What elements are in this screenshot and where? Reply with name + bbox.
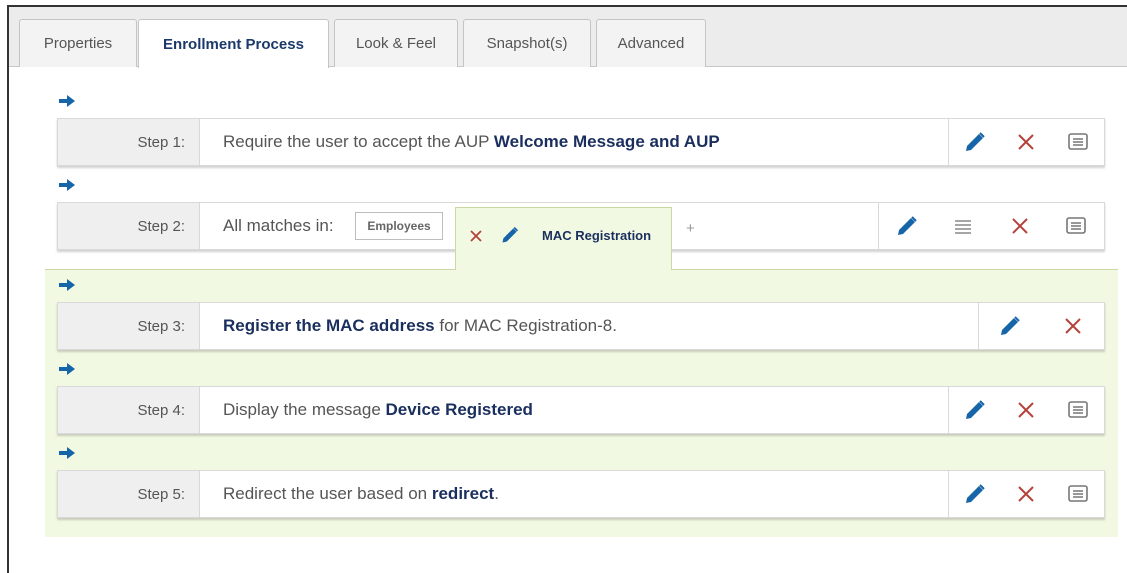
tab-look-and-feel[interactable]: Look & Feel	[334, 19, 458, 67]
pencil-icon[interactable]	[895, 214, 919, 238]
step-text: Display the message	[223, 400, 386, 419]
pencil-icon[interactable]	[998, 314, 1022, 338]
step-actions	[878, 203, 1104, 249]
tab-label: Snapshot(s)	[486, 35, 568, 52]
step-link[interactable]: Register the MAC address	[223, 316, 435, 336]
step-actions	[978, 303, 1104, 349]
pencil-icon[interactable]	[963, 398, 987, 422]
step-actions	[948, 471, 1104, 517]
branch-tab-employees[interactable]: Employees	[355, 212, 443, 240]
tab-label: Properties	[43, 35, 113, 52]
step-description: All matches in:	[223, 203, 334, 249]
step-description: Redirect the user based on redirect.	[223, 471, 499, 517]
add-branch-button[interactable]: +	[686, 220, 695, 237]
message-icon[interactable]	[1066, 398, 1090, 422]
close-icon[interactable]	[1014, 130, 1038, 154]
branch-label: Employees	[367, 219, 431, 233]
arrow-right-icon	[59, 179, 75, 191]
step-link[interactable]: Device Registered	[386, 400, 533, 420]
step-link[interactable]: redirect	[432, 484, 494, 504]
step-5: Step 5: Redirect the user based on redir…	[57, 470, 1105, 518]
step-3: Step 3: Register the MAC address for MAC…	[57, 302, 1105, 350]
step-description: Display the message Device Registered	[223, 387, 533, 433]
step-text: Redirect the user based on	[223, 484, 432, 503]
branch-tab-mac-registration[interactable]: MAC Registration	[455, 207, 672, 270]
tab-label: Enrollment Process	[163, 35, 304, 53]
message-icon[interactable]	[1066, 482, 1090, 506]
close-icon[interactable]	[1014, 482, 1038, 506]
pencil-icon[interactable]	[963, 130, 987, 154]
step-text: All matches in:	[223, 216, 334, 235]
arrow-right-icon	[59, 279, 75, 291]
step-number: Step 2:	[58, 203, 200, 249]
tab-properties[interactable]: Properties	[19, 19, 137, 67]
tab-enrollment-process[interactable]: Enrollment Process	[138, 19, 329, 68]
tab-label: Look & Feel	[355, 35, 437, 52]
step-number: Step 1:	[58, 119, 200, 165]
tab-bar: Properties Enrollment Process Look & Fee…	[9, 7, 1127, 68]
step-number: Step 3:	[58, 303, 200, 349]
close-icon[interactable]	[1008, 214, 1032, 238]
step-1: Step 1: Require the user to accept the A…	[57, 118, 1105, 166]
step-text: for MAC Registration-8.	[434, 316, 617, 335]
step-text: .	[494, 484, 499, 503]
step-text: Require the user to accept the AUP	[223, 132, 494, 151]
tab-snapshots[interactable]: Snapshot(s)	[463, 19, 591, 67]
step-actions	[948, 387, 1104, 433]
branch-label: MAC Registration	[542, 228, 652, 243]
tab-label: Advanced	[617, 35, 685, 52]
step-description: Register the MAC address for MAC Registr…	[223, 303, 617, 349]
close-icon[interactable]	[468, 228, 484, 244]
close-icon[interactable]	[1014, 398, 1038, 422]
pencil-icon[interactable]	[500, 225, 520, 245]
enrollment-editor: Properties Enrollment Process Look & Fee…	[7, 5, 1127, 573]
arrow-right-icon	[59, 447, 75, 459]
arrow-right-icon	[59, 95, 75, 107]
step-description: Require the user to accept the AUP Welco…	[223, 119, 720, 165]
message-icon[interactable]	[1066, 130, 1090, 154]
close-icon[interactable]	[1061, 314, 1085, 338]
pencil-icon[interactable]	[963, 482, 987, 506]
step-link[interactable]: Welcome Message and AUP	[494, 132, 720, 152]
reorder-icon[interactable]	[951, 214, 975, 238]
tab-advanced[interactable]: Advanced	[596, 19, 706, 67]
step-4: Step 4: Display the message Device Regis…	[57, 386, 1105, 434]
step-number: Step 5:	[58, 471, 200, 517]
arrow-right-icon	[59, 363, 75, 375]
message-icon[interactable]	[1064, 214, 1088, 238]
step-actions	[948, 119, 1104, 165]
step-number: Step 4:	[58, 387, 200, 433]
